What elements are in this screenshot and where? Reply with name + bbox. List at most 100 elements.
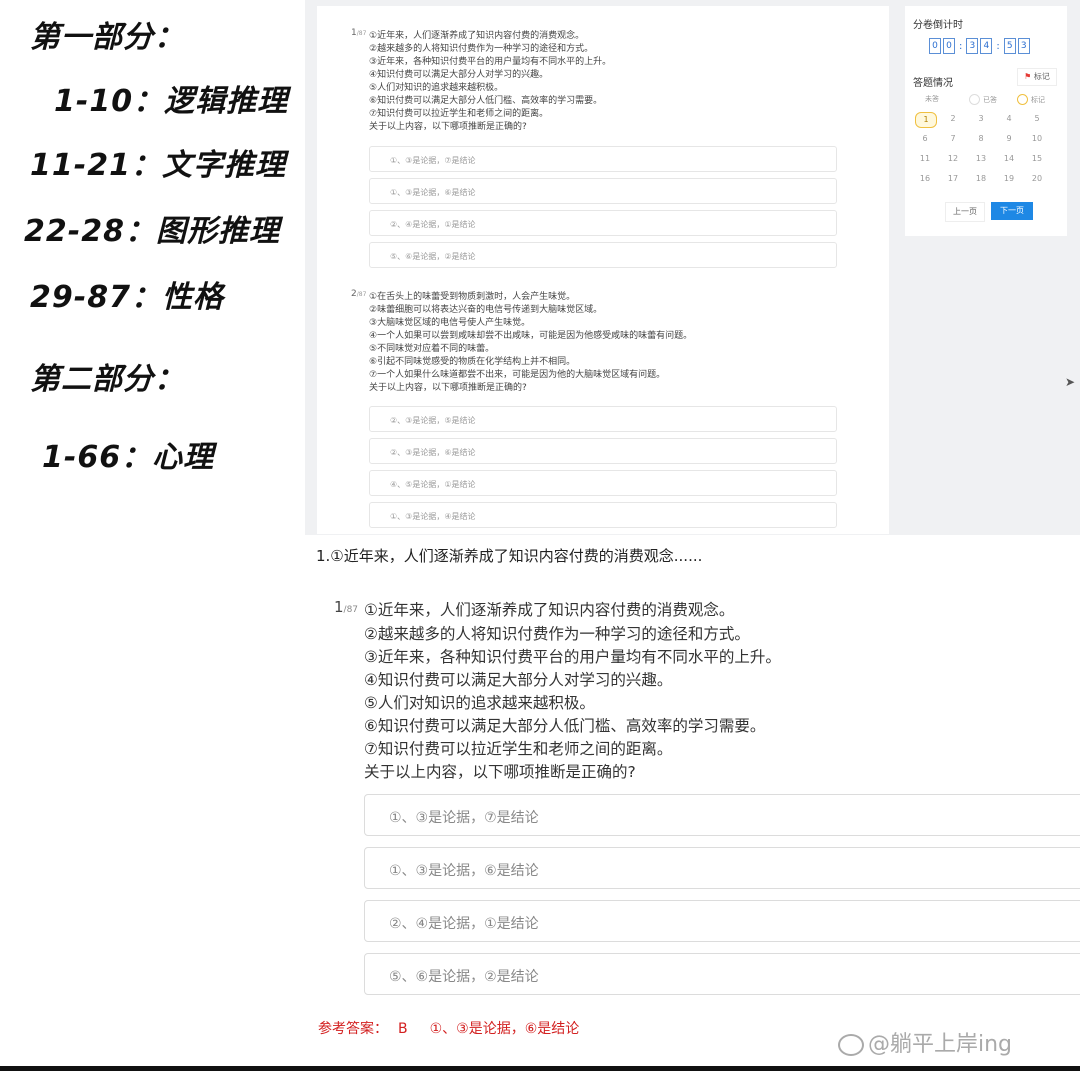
section-outline: 第一部分： 1-10：逻辑推理 11-21：文字推理 22-28：图形推理 29… [0,0,305,530]
reference-answer-letter: B [398,1021,408,1037]
grid-cell[interactable]: 16 [915,172,935,186]
question-line: ③近年来，各种知识付费平台的用户量均有不同水平的上升。 [364,648,781,666]
grid-cell[interactable]: 6 [915,132,935,146]
grid-cell[interactable]: 19 [999,172,1019,186]
grid-cell[interactable]: 3 [971,112,991,126]
outline-part1-heading: 第一部分： [30,20,185,55]
outline-item: 29-87：性格 [30,280,224,315]
reference-answer: 参考答案： B ①、③是论据，⑥是结论 [318,1018,579,1038]
grid-cell[interactable]: 18 [971,172,991,186]
legend-marked: 标记 [1017,94,1045,105]
question-line: ⑥知识付费可以满足大部分人低门槛、高效率的学习需要。 [364,717,766,735]
timer-digit: 3 [966,38,979,54]
watermark: @躺平上岸ing [838,1026,1012,1058]
grid-cell[interactable]: 17 [943,172,963,186]
grid-cell[interactable]: 5 [1027,112,1047,126]
question-prompt: 关于以上内容，以下哪项推断是正确的? [369,122,527,132]
option-d[interactable]: ⑤、⑥是论据，②是结论 [364,953,1080,995]
question-line: ④知识付费可以满足大部分人对学习的兴趣。 [369,70,549,80]
countdown-timer: 0 0 : 3 4 : 5 3 [929,38,1030,54]
question-line: ④知识付费可以满足大部分人对学习的兴趣。 [364,671,673,689]
question-line: ⑤不同味觉对应着不同的味蕾。 [369,344,495,354]
legend-unanswered: 未答 [925,94,939,104]
question-line: ⑦一个人如果什么味道都尝不出来，可能是因为他的大脑味觉区域有问题。 [369,370,666,380]
question-line: ②越来越多的人将知识付费作为一种学习的途径和方式。 [364,625,750,643]
bottom-border [0,1066,1080,1071]
legend-label: 已答 [983,95,997,104]
grid-cell[interactable]: 14 [999,152,1019,166]
legend-label: 标记 [1031,95,1045,104]
outline-part2-heading: 第二部分： [30,362,185,397]
watermark-text: @躺平上岸ing [868,1032,1013,1057]
question-line: ①在舌头上的味蕾受到物质刺激时，人会产生味觉。 [369,292,576,302]
question-number: 2/87 [351,289,367,299]
option-b[interactable]: ②、③是论据，⑥是结论 [369,438,837,464]
question-number: 1/87 [334,598,359,616]
question-line: ③大脑味觉区域的电信号使人产生味觉。 [369,318,531,328]
question-line: ②越来越多的人将知识付费作为一种学习的途径和方式。 [369,44,594,54]
legend-label: 未答 [925,95,939,103]
option-a[interactable]: ①、③是论据，⑦是结论 [364,794,1080,836]
mouse-cursor-icon: ➤ [1065,375,1076,389]
outline-item: 22-28：图形推理 [24,214,280,249]
timer-digit: 4 [980,38,993,54]
grid-cell[interactable]: 10 [1027,132,1047,146]
question-line: ⑤人们对知识的追求越来越积极。 [369,83,504,93]
grid-cell[interactable]: 8 [971,132,991,146]
option-b[interactable]: ①、③是论据，⑥是结论 [364,847,1080,889]
answer-status-label: 答题情况 [913,78,953,89]
question-line: ①近年来，人们逐渐养成了知识内容付费的消费观念。 [369,31,585,41]
mark-label: 标记 [1033,72,1050,81]
option-c[interactable]: ④、⑤是论据，①是结论 [369,470,837,496]
answer-sidebar: 分卷倒计时 0 0 : 3 4 : 5 3 答题情况 ⚑ 标记 未答 已答 标记… [905,6,1067,236]
reference-answer-label: 参考答案： [318,1021,388,1037]
grid-cell[interactable]: 7 [943,132,963,146]
legend-answered: 已答 [969,94,997,105]
prev-page-button[interactable]: 上一页 [945,202,985,222]
flag-icon: ⚑ [1024,72,1032,81]
answered-dot-icon [969,94,980,105]
countdown-label: 分卷倒计时 [913,20,963,31]
grid-cell[interactable]: 1 [915,112,937,128]
mark-button[interactable]: ⚑ 标记 [1017,68,1057,86]
outline-item: 1-10：逻辑推理 [54,84,289,119]
option-d[interactable]: ①、③是论据，④是结论 [369,502,837,528]
question-line: ②味蕾细胞可以将表达兴奋的电信号传递到大脑味觉区域。 [369,305,603,315]
question-prompt: 关于以上内容，以下哪项推断是正确的? [369,383,527,393]
reference-answer-explanation: ①、③是论据，⑥是结论 [429,1021,580,1037]
grid-cell[interactable]: 2 [943,112,963,126]
zoom-caption: 1.①近年来，人们逐渐养成了知识内容付费的消费观念...... [316,547,703,565]
outline-item: 1-66：心理 [42,440,215,475]
question-line: ⑤人们对知识的追求越来越积极。 [364,694,595,712]
grid-cell[interactable]: 15 [1027,152,1047,166]
grid-cell[interactable]: 13 [971,152,991,166]
outline-item: 11-21：文字推理 [30,148,286,183]
marked-dot-icon [1017,94,1028,105]
exam-screenshot: 1/87 ①近年来，人们逐渐养成了知识内容付费的消费观念。 ②越来越多的人将知识… [305,0,1080,535]
timer-digit: 0 [943,38,955,54]
option-c[interactable]: ②、④是论据，①是结论 [369,210,837,236]
option-d[interactable]: ⑤、⑥是论据，②是结论 [369,242,837,268]
question-line: ⑥引起不同味觉感受的物质在化学结构上并不相同。 [369,357,576,367]
grid-cell[interactable]: 20 [1027,172,1047,186]
question-line: ③近年来，各种知识付费平台的用户量均有不同水平的上升。 [369,57,612,67]
question-line: ⑦知识付费可以拉近学生和老师之间的距离。 [364,740,673,758]
timer-digit: 5 [1003,38,1016,54]
option-b[interactable]: ①、③是论据，⑥是结论 [369,178,837,204]
question-number: 1/87 [351,28,367,38]
grid-cell[interactable]: 11 [915,152,935,166]
weibo-logo-icon [838,1034,864,1056]
grid-cell[interactable]: 4 [999,112,1019,126]
question-line: ⑥知识付费可以满足大部分人低门槛、高效率的学习需要。 [369,96,603,106]
question-line: ⑦知识付费可以拉近学生和老师之间的距离。 [369,109,549,119]
grid-cell[interactable]: 9 [999,132,1019,146]
question-line: ①近年来，人们逐渐养成了知识内容付费的消费观念。 [364,601,735,619]
grid-cell[interactable]: 12 [943,152,963,166]
option-c[interactable]: ②、④是论据，①是结论 [364,900,1080,942]
question-panel: 1/87 ①近年来，人们逐渐养成了知识内容付费的消费观念。 ②越来越多的人将知识… [317,6,889,534]
next-page-button[interactable]: 下一页 [991,202,1033,220]
option-a[interactable]: ①、③是论据，⑦是结论 [369,146,837,172]
option-a[interactable]: ②、③是论据，⑤是结论 [369,406,837,432]
question-line: ④一个人如果可以尝到咸味却尝不出咸味，可能是因为他感受咸味的味蕾有问题。 [369,331,693,341]
question-prompt: 关于以上内容，以下哪项推断是正确的? [364,763,636,781]
